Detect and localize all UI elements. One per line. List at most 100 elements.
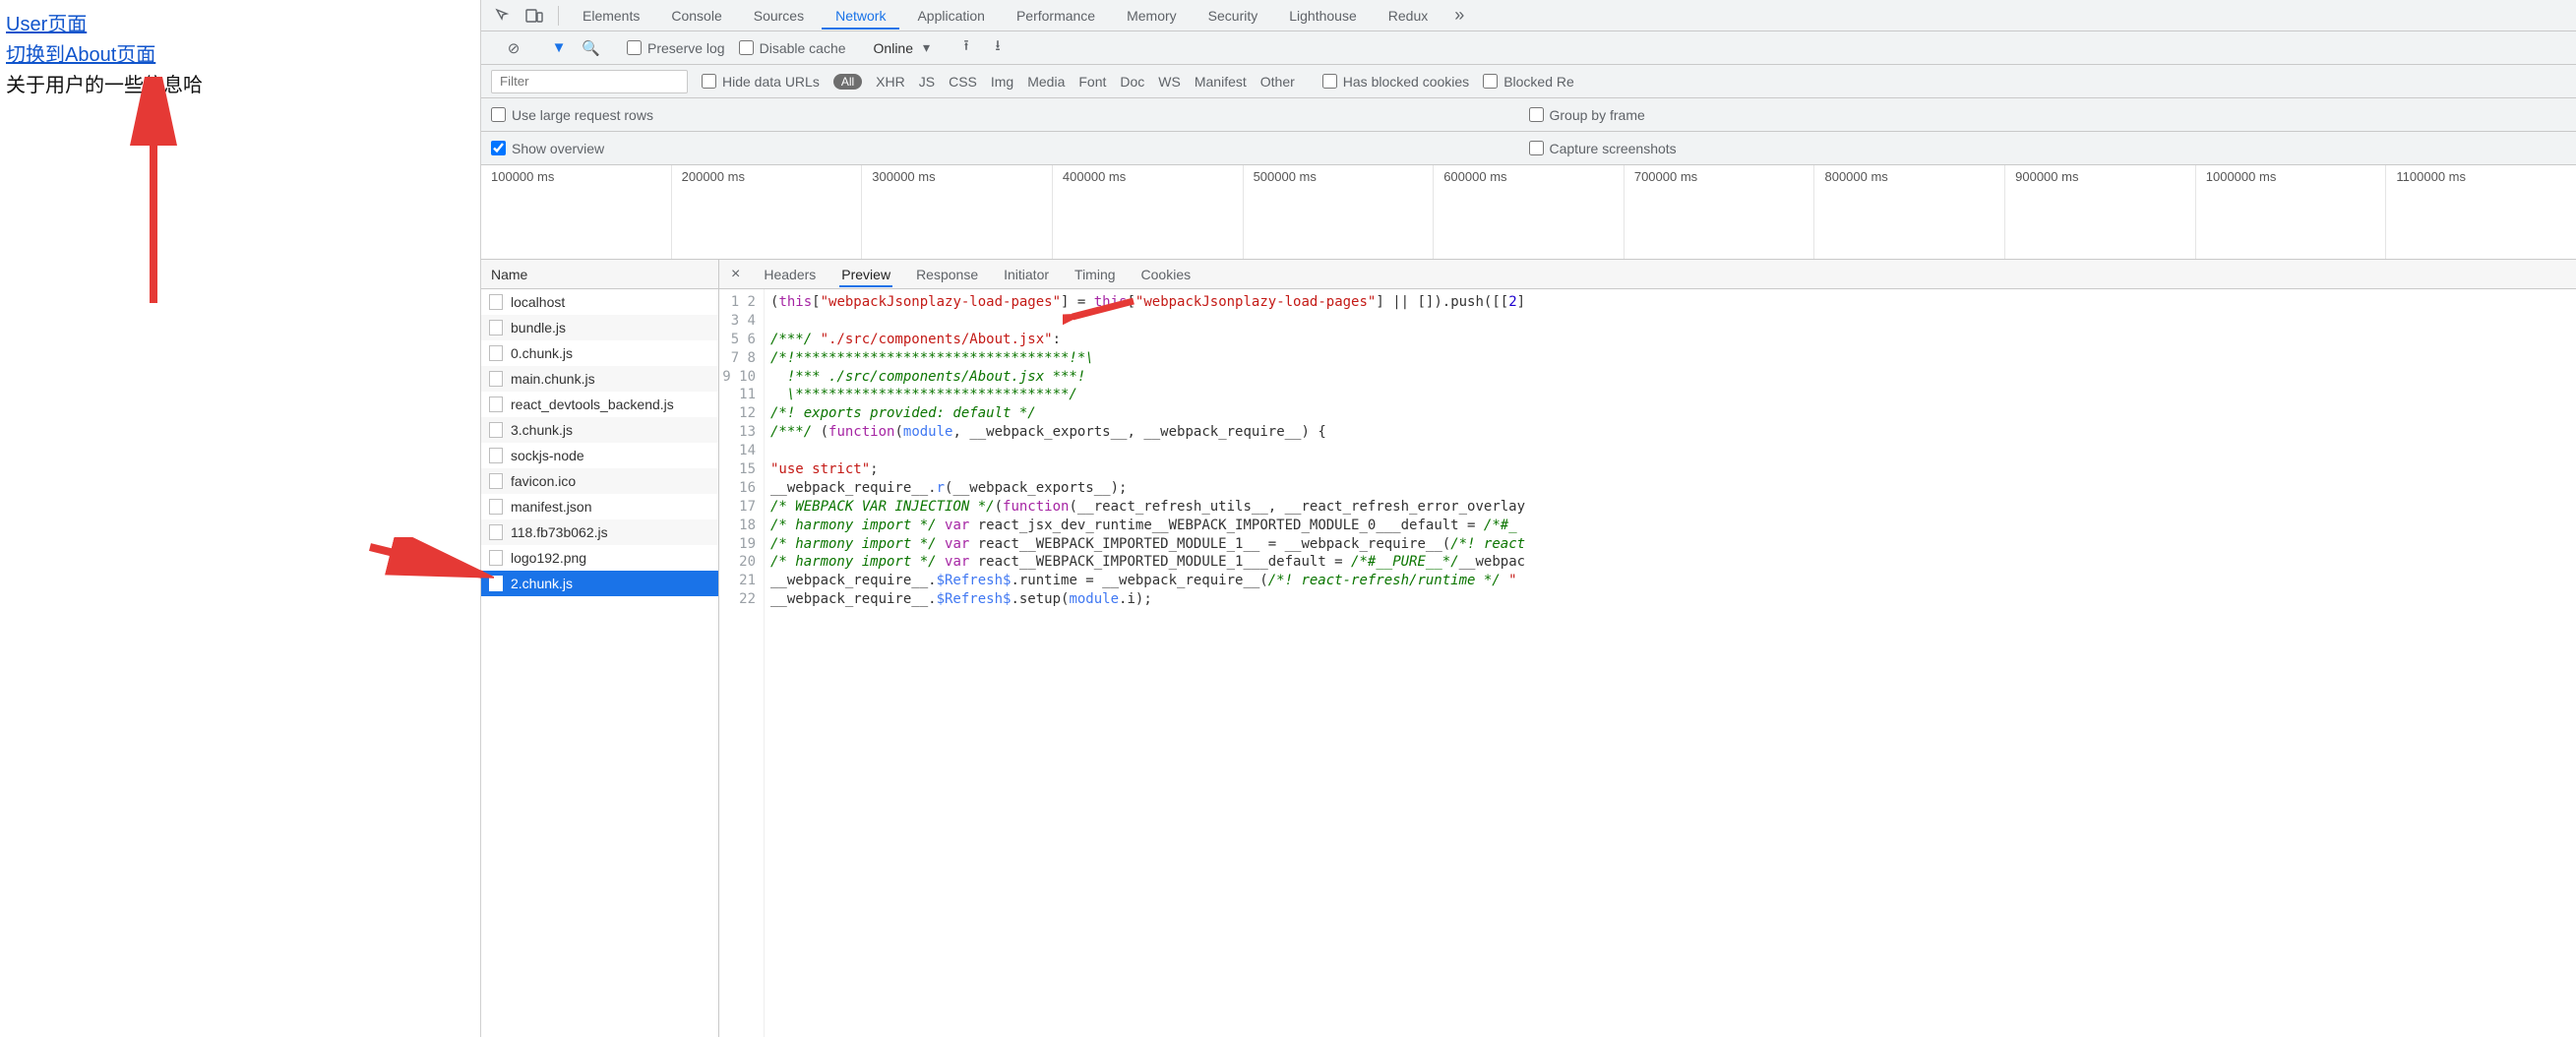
use-large-rows-label: Use large request rows [512,107,653,123]
preview-code[interactable]: 1 2 3 4 5 6 7 8 9 10 11 12 13 14 15 16 1… [719,289,2576,1037]
preserve-log-checkbox[interactable]: Preserve log [627,40,725,56]
request-name: bundle.js [511,320,566,336]
filter-type-manifest[interactable]: Manifest [1195,74,1247,90]
link-switch-about[interactable]: 切换到About页面 [6,40,474,71]
filter-input[interactable] [491,70,688,93]
request-row[interactable]: sockjs-node [481,443,718,468]
tab-security[interactable]: Security [1195,2,1272,30]
clear-icon[interactable]: ⊘ [505,39,522,57]
request-row[interactable]: react_devtools_backend.js [481,392,718,417]
timeline-tick: 400000 ms [1053,165,1244,259]
file-icon [489,422,503,438]
download-har-icon[interactable]: ⭳ [989,35,1007,60]
timeline-tick: 800000 ms [1814,165,2005,259]
timeline-tick: 200000 ms [672,165,863,259]
hide-data-urls-checkbox[interactable]: Hide data URLs [702,74,820,90]
has-blocked-cookies-label: Has blocked cookies [1343,74,1469,90]
throttle-select[interactable]: Online ▾ [874,39,931,56]
hide-data-urls-label: Hide data URLs [722,74,820,90]
source-content: (this["webpackJsonplazy-load-pages"] = t… [765,289,1531,1037]
filter-type-xhr[interactable]: XHR [876,74,905,90]
inspect-icon[interactable] [489,3,517,29]
request-row[interactable]: favicon.ico [481,468,718,494]
filter-type-js[interactable]: JS [919,74,935,90]
request-name: localhost [511,294,565,310]
group-by-frame-label: Group by frame [1550,107,1645,123]
request-row[interactable]: 118.fb73b062.js [481,519,718,545]
request-row[interactable]: manifest.json [481,494,718,519]
link-user-page[interactable]: User页面 [6,10,474,40]
use-large-rows-checkbox[interactable]: Use large request rows [491,107,653,123]
throttle-value: Online [874,40,913,56]
network-toolbar: ⊘ ▼ 🔍 Preserve log Disable cache Online ▾… [481,31,2576,65]
page-pane: User页面 切换到About页面 关于用户的一些信息哈 [0,0,480,1037]
request-row[interactable]: 2.chunk.js [481,571,718,596]
disable-cache-checkbox[interactable]: Disable cache [739,40,846,56]
filter-type-media[interactable]: Media [1027,74,1065,90]
tab-network[interactable]: Network [822,2,899,30]
more-tabs-icon[interactable]: » [1445,3,1473,29]
request-name: main.chunk.js [511,371,595,387]
filter-type-doc[interactable]: Doc [1120,74,1144,90]
file-icon [489,448,503,463]
tab-redux[interactable]: Redux [1375,2,1441,30]
tab-elements[interactable]: Elements [569,2,653,30]
request-row[interactable]: main.chunk.js [481,366,718,392]
request-name: favicon.ico [511,473,576,489]
capture-screenshots-label: Capture screenshots [1550,141,1677,156]
close-detail-icon[interactable]: × [731,266,740,283]
chevron-down-icon: ▾ [923,39,930,56]
blocked-requests-label: Blocked Re [1503,74,1574,90]
network-filter-bar: Hide data URLs All XHR JS CSS Img Media … [481,65,2576,98]
request-row[interactable]: 0.chunk.js [481,340,718,366]
detail-tabs: × Headers Preview Response Initiator Tim… [719,260,2576,289]
tab-memory[interactable]: Memory [1113,2,1191,30]
request-name: react_devtools_backend.js [511,396,674,412]
file-icon [489,576,503,591]
tab-lighthouse[interactable]: Lighthouse [1275,2,1371,30]
file-icon [489,294,503,310]
filter-type-all[interactable]: All [833,74,862,90]
tab-console[interactable]: Console [657,2,735,30]
tab-performance[interactable]: Performance [1003,2,1109,30]
timeline-tick: 500000 ms [1244,165,1435,259]
request-row[interactable]: 3.chunk.js [481,417,718,443]
devtools-panel: Elements Console Sources Network Applica… [480,0,2576,1037]
detail-tab-response[interactable]: Response [914,262,980,287]
tab-sources[interactable]: Sources [740,2,818,30]
filter-type-ws[interactable]: WS [1158,74,1181,90]
filter-type-css[interactable]: CSS [949,74,977,90]
request-name: sockjs-node [511,448,584,463]
filter-type-font[interactable]: Font [1078,74,1106,90]
request-row[interactable]: logo192.png [481,545,718,571]
blocked-requests-checkbox[interactable]: Blocked Re [1483,74,1574,90]
file-icon [489,345,503,361]
upload-har-icon[interactable]: ⭱ [957,35,975,60]
request-row[interactable]: bundle.js [481,315,718,340]
detail-tab-headers[interactable]: Headers [762,262,818,287]
devtools-tabstrip: Elements Console Sources Network Applica… [481,0,2576,31]
detail-tab-preview[interactable]: Preview [839,262,892,287]
detail-tab-cookies[interactable]: Cookies [1139,262,1194,287]
filter-type-other[interactable]: Other [1260,74,1295,90]
request-row[interactable]: localhost [481,289,718,315]
request-list: Name localhost bundle.js 0.chunk.js main.ch… [481,260,719,1037]
file-icon [489,320,503,336]
filter-toggle-icon[interactable]: ▼ [550,39,568,56]
search-icon[interactable]: 🔍 [582,39,599,57]
show-overview-checkbox[interactable]: Show overview [491,141,604,156]
filter-type-img[interactable]: Img [991,74,1013,90]
detail-tab-timing[interactable]: Timing [1073,262,1118,287]
preserve-log-label: Preserve log [647,40,725,56]
device-toggle-icon[interactable] [521,3,548,29]
detail-tab-initiator[interactable]: Initiator [1002,262,1051,287]
request-list-header[interactable]: Name [481,260,718,289]
tab-application[interactable]: Application [903,2,999,30]
has-blocked-cookies-checkbox[interactable]: Has blocked cookies [1322,74,1469,90]
network-timeline[interactable]: 100000 ms 200000 ms 300000 ms 400000 ms … [481,165,2576,260]
capture-screenshots-checkbox[interactable]: Capture screenshots [1529,141,1677,156]
group-by-frame-checkbox[interactable]: Group by frame [1529,107,1645,123]
page-info-text: 关于用户的一些信息哈 [6,71,474,101]
request-name: 3.chunk.js [511,422,573,438]
file-icon [489,524,503,540]
